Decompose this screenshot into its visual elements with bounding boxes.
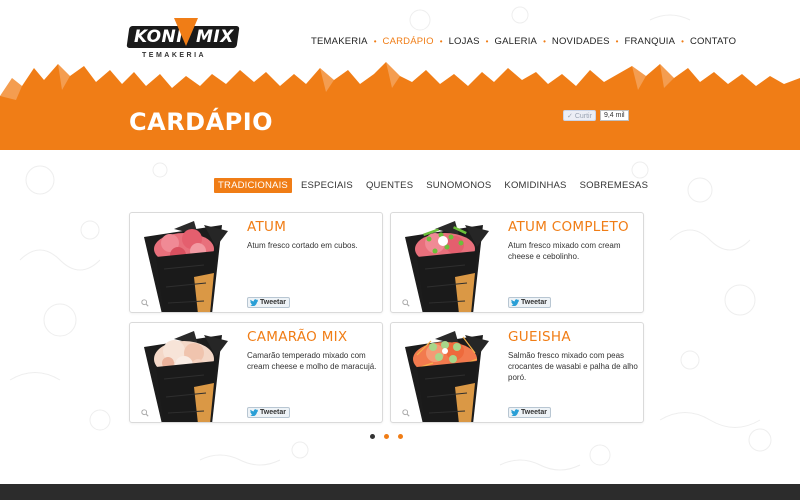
like-label: Curtir <box>574 113 592 120</box>
tweet-label: Tweetar <box>260 408 286 416</box>
facebook-like-widget: ✓ Curtir 9,4 mil <box>563 110 629 121</box>
nav-separator: • <box>543 37 546 46</box>
page-title: CARDÁPIO <box>129 108 274 136</box>
tab-especiais[interactable]: ESPECIAIS <box>297 178 357 193</box>
tweet-button[interactable]: Tweetar <box>508 407 551 418</box>
category-tabs: TRADICIONAIS ESPECIAIS QUENTES SUNOMONOS KOM… <box>214 178 657 193</box>
tweet-label: Tweetar <box>521 298 547 306</box>
product-name: ATUM COMPLETO <box>508 219 629 235</box>
tweet-button[interactable]: Tweetar <box>247 407 290 418</box>
product-name: GUEISHA <box>508 329 571 345</box>
nav-item-novidades[interactable]: NOVIDADES <box>552 36 610 47</box>
pager-dot[interactable] <box>398 434 403 439</box>
twitter-bird-icon <box>511 299 519 306</box>
temaki-photo[interactable] <box>395 327 495 422</box>
product-card[interactable]: ATUM Atum fresco cortado em cubos. Tweetar <box>129 212 383 313</box>
nav-item-lojas[interactable]: LOJAS <box>449 36 480 47</box>
magnify-icon[interactable] <box>402 299 410 307</box>
pager-dot[interactable] <box>370 434 375 439</box>
product-name: CAMARÃO MIX <box>247 329 348 345</box>
product-description: Salmão fresco mixado com peas crocantes … <box>508 351 638 382</box>
product-card[interactable]: GUEISHA Salmão fresco mixado com peas cro… <box>390 322 644 423</box>
page-banner <box>0 62 800 150</box>
tab-komidinhas[interactable]: KOMIDINHAS <box>500 178 570 193</box>
product-description: Atum fresco cortado em cubos. <box>247 241 358 250</box>
nav-item-galeria[interactable]: GALERIA <box>494 36 537 47</box>
nav-item-contato[interactable]: CONTATO <box>690 36 736 47</box>
temaki-photo[interactable] <box>395 217 495 312</box>
pager-dot[interactable] <box>384 434 389 439</box>
temaki-cone-icon <box>174 18 198 46</box>
site-footer <box>0 484 800 500</box>
tweet-label: Tweetar <box>521 408 547 416</box>
twitter-bird-icon <box>511 409 519 416</box>
temaki-photo[interactable] <box>134 217 234 312</box>
tweet-button[interactable]: Tweetar <box>247 297 290 308</box>
carousel-pager <box>370 434 412 439</box>
product-description: Atum fresco mixado com cream cheese e ce… <box>508 241 621 261</box>
nav-separator: • <box>439 37 443 46</box>
nav-item-temakeria[interactable]: TEMAKERIA <box>311 36 368 47</box>
tweet-label: Tweetar <box>260 298 286 306</box>
tab-sunomonos[interactable]: SUNOMONOS <box>422 178 495 193</box>
koni-mix-logo[interactable]: KONI MIX TEMAKERIA <box>126 18 240 62</box>
nav-item-cardapio[interactable]: CARDÁPIO <box>383 36 434 47</box>
tab-sobremesas[interactable]: SOBREMESAS <box>576 178 653 193</box>
magnify-icon[interactable] <box>141 409 149 417</box>
main-nav: TEMAKERIA • CARDÁPIO • LOJAS • GALERIA • NOVIDAD… <box>311 36 736 47</box>
twitter-bird-icon <box>250 299 258 306</box>
magnify-icon[interactable] <box>141 299 149 307</box>
nav-separator: • <box>373 37 377 46</box>
product-name: ATUM <box>247 219 287 235</box>
logo-subtitle: TEMAKERIA <box>142 52 207 59</box>
tab-tradicionais[interactable]: TRADICIONAIS <box>214 178 292 193</box>
site-header: KONI MIX TEMAKERIA TEMAKERIA • CARDÁPIO • LO… <box>0 0 800 62</box>
like-count: 9,4 mil <box>599 110 629 121</box>
temaki-photo[interactable] <box>134 327 234 422</box>
like-button[interactable]: ✓ Curtir <box>563 110 596 121</box>
nav-item-franquia[interactable]: FRANQUIA <box>624 36 675 47</box>
nav-separator: • <box>615 37 619 46</box>
nav-separator: • <box>681 37 684 46</box>
product-card[interactable]: CAMARÃO MIX Camarão temperado mixado com … <box>129 322 383 423</box>
nav-separator: • <box>485 37 489 46</box>
product-card[interactable]: ATUM COMPLETO Atum fresco mixado com crea… <box>390 212 644 313</box>
product-description: Camarão temperado mixado com cream chees… <box>247 351 377 371</box>
tab-quentes[interactable]: QUENTES <box>362 178 417 193</box>
magnify-icon[interactable] <box>402 409 410 417</box>
logo-word-mix: MIX <box>196 27 234 47</box>
twitter-bird-icon <box>250 409 258 416</box>
tweet-button[interactable]: Tweetar <box>508 297 551 308</box>
product-grid: ATUM Atum fresco cortado em cubos. Tweetar… <box>129 212 645 424</box>
